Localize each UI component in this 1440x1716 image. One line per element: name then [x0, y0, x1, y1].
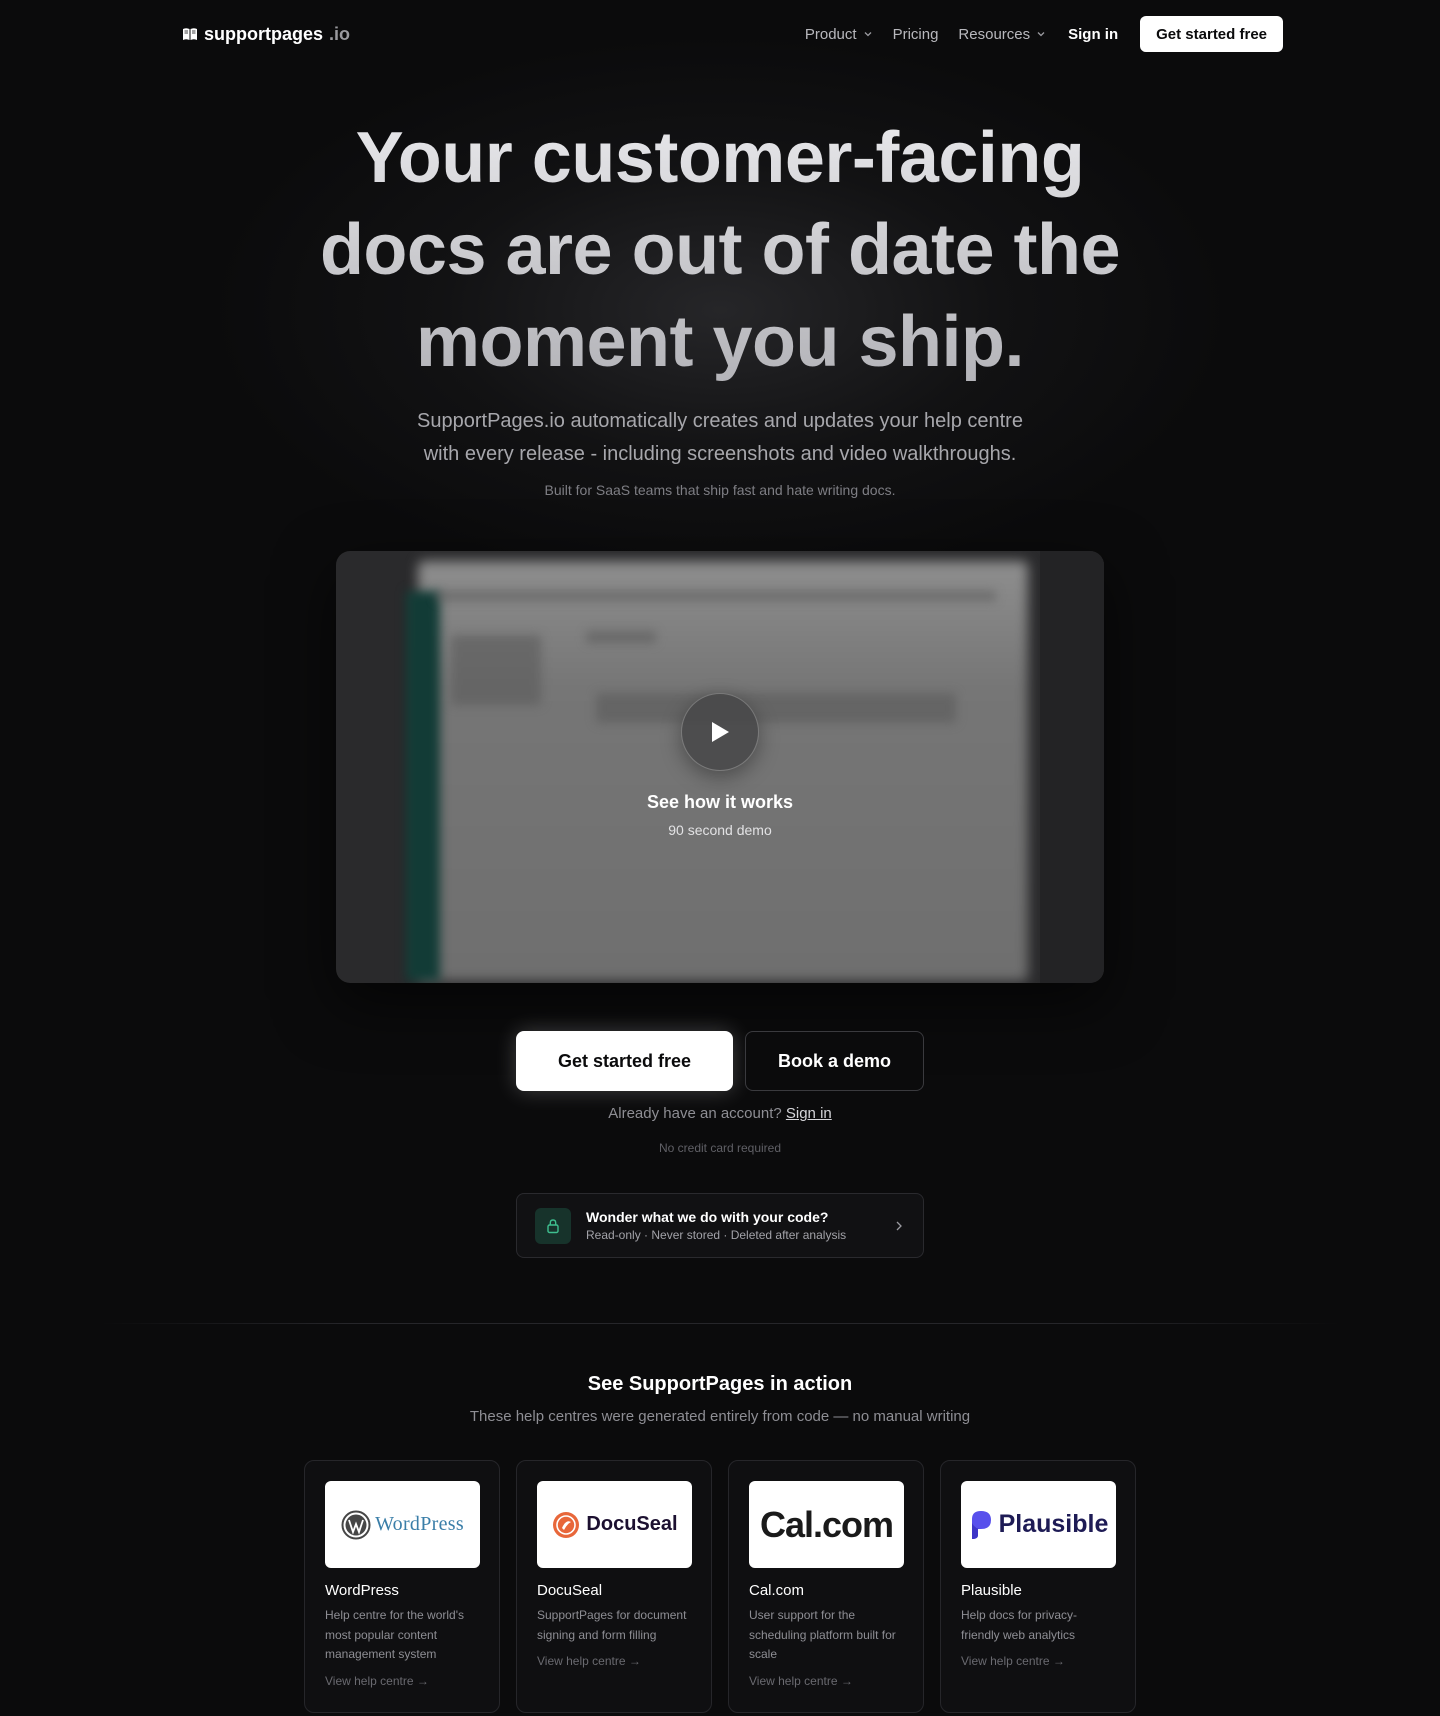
book-demo-button[interactable]: Book a demo [745, 1031, 924, 1091]
showcase-card-docuseal[interactable]: DocuSeal DocuSeal SupportPages for docum… [516, 1460, 712, 1713]
hero-subtitle: SupportPages.io automatically creates an… [370, 405, 1070, 471]
cta-row: Get started free Book a demo [516, 1031, 924, 1091]
view-help-centre-link[interactable]: View help centre → [961, 1654, 1115, 1668]
hero-note: Built for SaaS teams that ship fast and … [544, 482, 896, 498]
view-help-centre-link[interactable]: View help centre → [537, 1654, 691, 1668]
chevron-right-icon [896, 1221, 902, 1230]
video-right-edge [1040, 551, 1104, 983]
view-help-centre-link[interactable]: View help centre → [325, 1674, 479, 1688]
docuseal-logo-text: DocuSeal [586, 1513, 678, 1535]
brand-logo[interactable]: supportpages .io [182, 24, 350, 45]
wordpress-logo-text: WordPress [375, 1513, 464, 1535]
demo-video[interactable]: See how it works 90 second demo [336, 551, 1104, 983]
top-nav: supportpages .io Product Pricing Resource… [0, 0, 1440, 68]
docuseal-logo-mark: DocuSeal [551, 1510, 678, 1540]
video-thumbnail-sidebar [406, 591, 440, 981]
plausible-logo-mark: Plausible [969, 1509, 1109, 1541]
account-line: Already have an account? Sign in [420, 1105, 1020, 1122]
lock-badge [535, 1207, 571, 1244]
play-icon [712, 722, 729, 742]
video-blur-panel [451, 635, 541, 705]
book-icon [183, 28, 197, 40]
video-subtitle: 90 second demo [668, 822, 772, 838]
brand-tld: .io [329, 23, 351, 44]
code-privacy-card[interactable]: Wonder what we do with your code? Read-o… [516, 1193, 924, 1258]
sign-in-link[interactable]: Sign in [786, 1105, 832, 1122]
hero-title-line-3: moment you ship. [415, 302, 1025, 382]
showcase-card-calcom[interactable]: Cal.com Cal.com User support for the sch… [728, 1460, 924, 1713]
code-card-text: Wonder what we do with your code? Read-o… [586, 1209, 893, 1242]
video-blur-table [596, 693, 956, 723]
video-blur-bar [436, 591, 996, 601]
showcase-card-wordpress[interactable]: WordPress WordPress Help centre for the … [304, 1460, 500, 1713]
card-description: User support for the scheduling platform… [749, 1608, 896, 1661]
docuseal-logo: DocuSeal [537, 1481, 692, 1568]
plausible-logo-text: Plausible [998, 1510, 1109, 1538]
nav-product-label: Product [804, 25, 857, 43]
wordpress-logo-mark: WordPress [341, 1510, 464, 1540]
hero-title: Your customer-facing docs are out of dat… [220, 112, 1220, 388]
account-prompt: Already have an account? [608, 1105, 782, 1122]
view-help-centre-link[interactable]: View help centre → [749, 1674, 903, 1688]
nav-sign-in[interactable]: Sign in [1068, 26, 1118, 43]
card-name: Plausible [961, 1582, 1022, 1599]
section-divider [100, 1323, 1340, 1324]
nav-resources[interactable]: Resources [958, 26, 1046, 43]
code-card-title: Wonder what we do with your code? [586, 1209, 829, 1225]
hero-title-line-2: docs are out of date the [319, 210, 1121, 290]
hero-subtitle-line-1: SupportPages.io automatically creates an… [417, 410, 1023, 432]
video-thumbnail [418, 561, 1028, 981]
plausible-icon [971, 1510, 991, 1539]
nav-pricing[interactable]: Pricing [893, 26, 939, 43]
brand-name: supportpages [204, 23, 324, 44]
nav-product[interactable]: Product [805, 26, 873, 43]
chevron-down-icon [864, 32, 872, 37]
nav-links: Product Pricing Resources Sign in Get st… [805, 16, 1283, 52]
showcase-subtitle: These help centres were generated entire… [469, 1408, 971, 1425]
video-blur-heading [586, 631, 656, 643]
wordpress-logo: WordPress [325, 1481, 480, 1568]
wordpress-icon [341, 1510, 371, 1539]
hero-title-line-1: Your customer-facing [355, 118, 1085, 198]
showcase-title: See SupportPages in action [587, 1373, 853, 1395]
plausible-logo: Plausible [961, 1481, 1116, 1568]
video-title: See how it works [646, 792, 794, 812]
chevron-down-icon [1037, 32, 1045, 37]
play-button[interactable] [681, 693, 759, 771]
nav-get-started-button[interactable]: Get started free [1140, 16, 1283, 52]
card-name: DocuSeal [537, 1582, 603, 1599]
showcase-card-plausible[interactable]: Plausible Plausible Help docs for privac… [940, 1460, 1136, 1713]
no-credit-card-note: No credit card required [658, 1141, 782, 1155]
card-name: WordPress [325, 1582, 399, 1599]
card-description: SupportPages for document signing and fo… [537, 1608, 687, 1642]
nav-resources-label: Resources [958, 25, 1031, 43]
showcase-cards: WordPress WordPress Help centre for the … [304, 1460, 1136, 1713]
card-description: Help centre for the world's most popular… [325, 1608, 465, 1661]
get-started-button[interactable]: Get started free [516, 1031, 733, 1091]
calcom-logo-text: Cal.com [759, 1503, 894, 1545]
lock-icon [547, 1218, 559, 1233]
hero-subtitle-line-2: with every release - including screensho… [423, 443, 1017, 465]
calcom-logo: Cal.com [749, 1481, 904, 1568]
card-name: Cal.com [749, 1582, 805, 1599]
docuseal-icon [553, 1511, 580, 1538]
card-description: Help docs for privacy-friendly web analy… [961, 1608, 1078, 1642]
code-card-subtitle: Read-only · Never stored · Deleted after… [586, 1228, 847, 1242]
